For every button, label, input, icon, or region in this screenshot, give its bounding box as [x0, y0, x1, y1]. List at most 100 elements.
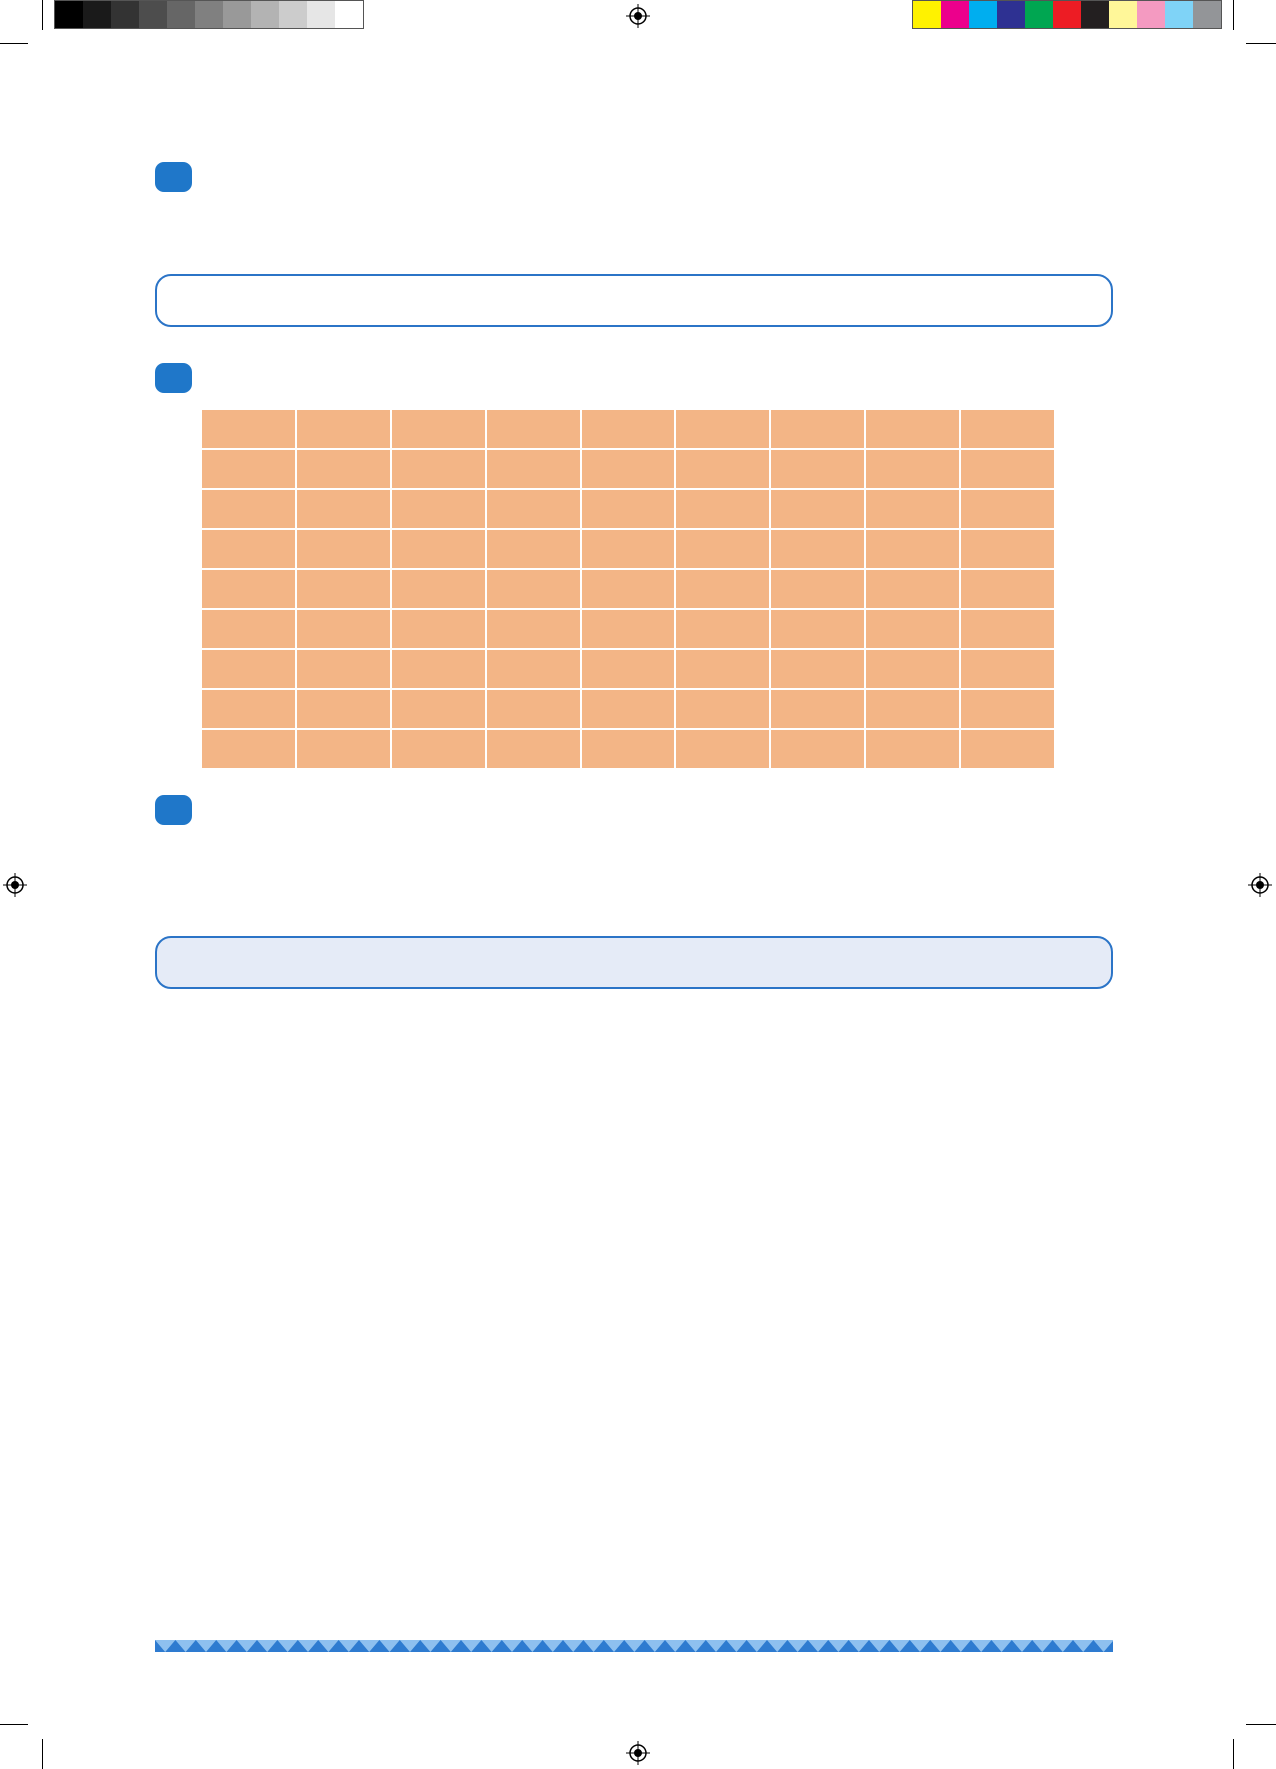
grid-cell [961, 410, 1054, 448]
grid-cell [581, 570, 675, 608]
color-swatch [1081, 1, 1109, 28]
crop-mark-top-right-h [1246, 43, 1276, 44]
grid-cell [202, 730, 295, 768]
color-swatch [1109, 1, 1137, 28]
grid-cell [296, 610, 390, 648]
registration-mark-icon [3, 873, 27, 897]
grid-cell [391, 530, 485, 568]
grid-cell [581, 450, 675, 488]
crop-mark-top-right-v [1233, 0, 1234, 30]
grid-cell [961, 730, 1054, 768]
grid-cell [771, 490, 865, 528]
grid-cell [961, 570, 1054, 608]
grid-cell [866, 730, 960, 768]
grid-cell [391, 490, 485, 528]
grid-cell [771, 650, 865, 688]
grid-cell [866, 410, 960, 448]
grid-cell [296, 690, 390, 728]
crop-mark-bottom-left-v [42, 1739, 43, 1769]
grid-cell [296, 450, 390, 488]
color-swatch [969, 1, 997, 28]
grid-cell [771, 450, 865, 488]
grid-cell [771, 610, 865, 648]
grid-cell [581, 650, 675, 688]
registration-mark-icon [626, 4, 650, 28]
color-swatch [997, 1, 1025, 28]
process-color-bar [912, 0, 1222, 29]
grid-cell [866, 690, 960, 728]
grid-cell [771, 730, 865, 768]
grid-cell [296, 570, 390, 608]
grid-cell [296, 410, 390, 448]
color-swatch [307, 1, 335, 28]
grid-cell [866, 650, 960, 688]
grid-cell [296, 650, 390, 688]
color-swatch [1025, 1, 1053, 28]
grid-cell [486, 450, 580, 488]
registration-mark-icon [1248, 873, 1272, 897]
color-swatch [223, 1, 251, 28]
grid-cell [961, 610, 1054, 648]
grid-cell [866, 570, 960, 608]
grid-cell [486, 530, 580, 568]
grid-cell [486, 650, 580, 688]
grid-cell [486, 490, 580, 528]
grid-cell [676, 690, 770, 728]
orange-grid-table [202, 410, 1054, 768]
color-swatch [913, 1, 941, 28]
grid-cell [202, 690, 295, 728]
color-swatch [111, 1, 139, 28]
grid-cell [581, 530, 675, 568]
color-swatch [279, 1, 307, 28]
color-swatch [55, 1, 83, 28]
grid-cell [486, 570, 580, 608]
grid-cell [676, 450, 770, 488]
crop-mark-top-left-h [0, 43, 28, 44]
grid-cell [202, 490, 295, 528]
grid-cell [771, 410, 865, 448]
grid-cell [391, 570, 485, 608]
grid-cell [391, 690, 485, 728]
color-swatch [941, 1, 969, 28]
grid-cell [961, 650, 1054, 688]
grid-cell [486, 610, 580, 648]
grid-cell [202, 530, 295, 568]
color-swatch [1165, 1, 1193, 28]
grid-cell [391, 610, 485, 648]
answer-box[interactable] [155, 274, 1113, 327]
grid-cell [676, 530, 770, 568]
grid-cell [486, 690, 580, 728]
exercise-number-badge [155, 162, 192, 192]
grid-cell [676, 570, 770, 608]
exercise-number-badge [155, 795, 192, 825]
footer-decorative-band [155, 1640, 1113, 1652]
grid-cell [391, 730, 485, 768]
color-swatch [1193, 1, 1221, 28]
answer-box-shaded[interactable] [155, 936, 1113, 989]
grid-cell [581, 730, 675, 768]
grid-cell [581, 610, 675, 648]
color-swatch [335, 1, 363, 28]
color-swatch [1053, 1, 1081, 28]
grid-cell [202, 570, 295, 608]
grid-cell [296, 490, 390, 528]
color-swatch [83, 1, 111, 28]
grayscale-color-bar [54, 0, 364, 29]
grid-cell [676, 730, 770, 768]
grid-cell [391, 410, 485, 448]
grid-cell [581, 410, 675, 448]
grid-cell [866, 450, 960, 488]
grid-cell [581, 690, 675, 728]
crop-mark-top-left-v [42, 0, 43, 30]
grid-cell [676, 610, 770, 648]
color-swatch [139, 1, 167, 28]
grid-cell [581, 490, 675, 528]
grid-cell [676, 650, 770, 688]
grid-cell [676, 490, 770, 528]
grid-cell [202, 450, 295, 488]
grid-cell [866, 490, 960, 528]
crop-mark-bottom-right-h [1246, 1724, 1276, 1725]
grid-cell [391, 450, 485, 488]
grid-cell [961, 450, 1054, 488]
grid-cell [961, 490, 1054, 528]
